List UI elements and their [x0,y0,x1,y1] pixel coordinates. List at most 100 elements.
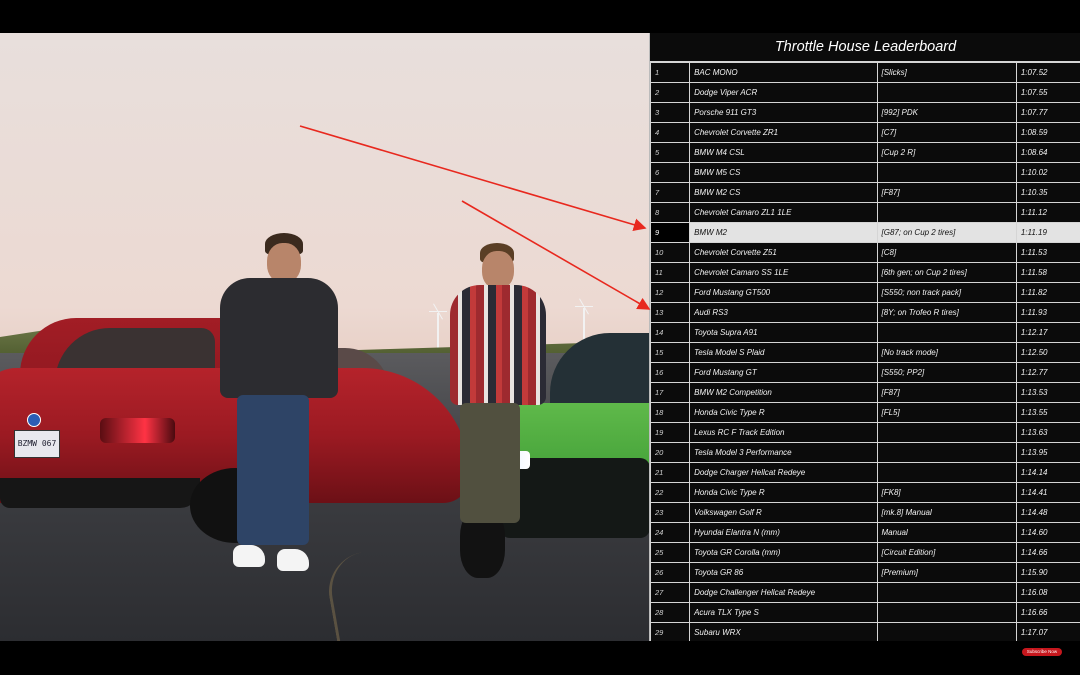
leaderboard-rank-cell: 4 [649,122,691,143]
leaderboard-time-cell: 1:11.82 [1015,282,1080,303]
leaderboard-rank-cell: 29 [649,622,691,641]
leaderboard-rank-cell: 26 [649,562,691,583]
leaderboard-rank-cell: 16 [649,362,691,383]
leaderboard-row: 21 Dodge Charger Hellcat Redeye 1:14.14 [649,462,1080,483]
leaderboard-row: 22 Honda Civic Type R [FK8] 1:14.41 [649,482,1080,503]
leaderboard-note-cell: [Slicks] [876,62,1017,83]
leaderboard-time-cell: 1:14.41 [1015,482,1080,503]
leaderboard-car-cell: Subaru WRX [689,622,878,641]
leaderboard-note-cell: [FK8] [876,482,1017,503]
leaderboard-time-cell: 1:14.48 [1015,502,1080,523]
presenter-pants [460,403,520,523]
leaderboard-time-cell: 1:07.55 [1015,82,1080,103]
leaderboard-note-cell [876,602,1017,623]
leaderboard-time-cell: 1:14.66 [1015,542,1080,563]
leaderboard-row: 1 BAC MONO [Slicks] 1:07.52 [649,62,1080,83]
leaderboard-rank-cell: 21 [649,462,691,483]
presenter-plaid-shirt [450,285,546,405]
leaderboard-rows: 1 BAC MONO [Slicks] 1:07.52 2 Dodge Viper ACR… [649,62,1080,641]
leaderboard-time-cell: 1:11.19 [1015,222,1080,243]
leaderboard-rank-cell: 2 [649,82,691,103]
leaderboard-rank-cell: 8 [649,202,691,223]
leaderboard-car-cell: Chevrolet Corvette ZR1 [689,122,878,143]
leaderboard-note-cell: [Cup 2 R] [876,142,1017,163]
leaderboard-car-cell: Ford Mustang GT [689,362,878,383]
leaderboard-note-cell: [F87] [876,182,1017,203]
leaderboard-note-cell [876,622,1017,641]
leaderboard-note-cell: [8Y; on Trofeo R tires] [876,302,1017,323]
leaderboard-car-cell: BMW M2 Competition [689,382,878,403]
leaderboard-time-cell: 1:12.17 [1015,322,1080,343]
leaderboard-car-cell: Tesla Model S Plaid [689,342,878,363]
subscribe-button[interactable]: Subscribe Now [1022,648,1062,656]
leaderboard-rank-cell: 3 [649,102,691,123]
leaderboard-row: 19 Lexus RC F Track Edition 1:13.63 [649,422,1080,443]
leaderboard-note-cell: [Premium] [876,562,1017,583]
leaderboard-rank-cell: 17 [649,382,691,403]
leaderboard-row: 5 BMW M4 CSL [Cup 2 R] 1:08.64 [649,142,1080,163]
leaderboard-title: Throttle House Leaderboard [650,33,1080,62]
leaderboard-note-cell: [F87] [876,382,1017,403]
leaderboard-time-cell: 1:13.53 [1015,382,1080,403]
leaderboard-car-cell: Dodge Charger Hellcat Redeye [689,462,878,483]
leaderboard-rank-cell: 28 [649,602,691,623]
leaderboard-car-cell: BMW M5 CS [689,162,878,183]
leaderboard-row: 25 Toyota GR Corolla (mm) [Circuit Edition… [649,542,1080,563]
leaderboard-row: 16 Ford Mustang GT [S550; PP2] 1:12.77 [649,362,1080,383]
leaderboard-time-cell: 1:16.66 [1015,602,1080,623]
presenter-left [215,233,340,578]
leaderboard-rank-cell: 15 [649,342,691,363]
leaderboard-row: 7 BMW M2 CS [F87] 1:10.35 [649,182,1080,203]
bmw-logo-icon [27,413,41,427]
leaderboard-row: 17 BMW M2 Competition [F87] 1:13.53 [649,382,1080,403]
leaderboard-row: 9 BMW M2 [G87; on Cup 2 tires] 1:11.19 [649,222,1080,243]
leaderboard-row: 28 Acura TLX Type S 1:16.66 [649,602,1080,623]
leaderboard-car-cell: Dodge Challenger Hellcat Redeye [689,582,878,603]
video-frame[interactable]: BZMW 067 Throttle House Leaderboard 1 BA… [0,33,1080,641]
leaderboard-time-cell: 1:10.35 [1015,182,1080,203]
video-scene: BZMW 067 [0,33,650,641]
leaderboard-time-cell: 1:08.59 [1015,122,1080,143]
leaderboard-rank-cell: 10 [649,242,691,263]
leaderboard-time-cell: 1:15.90 [1015,562,1080,583]
leaderboard-car-cell: Honda Civic Type R [689,402,878,423]
presenter-head [482,251,514,289]
leaderboard-rank-cell: 27 [649,582,691,603]
leaderboard-car-cell: Chevrolet Camaro ZL1 1LE [689,202,878,223]
leaderboard-rank-cell: 5 [649,142,691,163]
leaderboard-note-cell: [C7] [876,122,1017,143]
leaderboard-time-cell: 1:13.55 [1015,402,1080,423]
leaderboard-row: 6 BMW M5 CS 1:10.02 [649,162,1080,183]
leaderboard-row: 24 Hyundai Elantra N (mm) Manual 1:14.60 [649,522,1080,543]
leaderboard-car-cell: BMW M2 CS [689,182,878,203]
leaderboard-car-cell: Ford Mustang GT500 [689,282,878,303]
leaderboard-row: 18 Honda Civic Type R [FL5] 1:13.55 [649,402,1080,423]
leaderboard-rank-cell: 13 [649,302,691,323]
leaderboard-time-cell: 1:10.02 [1015,162,1080,183]
leaderboard-row: 12 Ford Mustang GT500 [S550; non track pac… [649,282,1080,303]
leaderboard-time-cell: 1:17.07 [1015,622,1080,641]
leaderboard-car-cell: Lexus RC F Track Edition [689,422,878,443]
leaderboard-row: 10 Chevrolet Corvette Z51 [C8] 1:11.53 [649,242,1080,263]
leaderboard-row: 23 Volkswagen Golf R [mk.8] Manual 1:14.48 [649,502,1080,523]
leaderboard-row: 29 Subaru WRX 1:17.07 [649,622,1080,641]
leaderboard-time-cell: 1:11.53 [1015,242,1080,263]
leaderboard-note-cell: [992] PDK [876,102,1017,123]
leaderboard-panel: Throttle House Leaderboard 1 BAC MONO [Sli… [649,33,1080,641]
leaderboard-rank-cell: 9 [649,222,691,243]
leaderboard-time-cell: 1:08.64 [1015,142,1080,163]
presenter-shirt [220,278,338,398]
leaderboard-time-cell: 1:14.14 [1015,462,1080,483]
presenter-shoe [277,549,309,571]
leaderboard-time-cell: 1:11.58 [1015,262,1080,283]
leaderboard-row: 14 Toyota Supra A91 1:12.17 [649,322,1080,343]
car-bumper [0,478,200,508]
leaderboard-car-cell: Chevrolet Camaro SS 1LE [689,262,878,283]
leaderboard-note-cell [876,202,1017,223]
leaderboard-note-cell: [G87; on Cup 2 tires] [876,222,1017,243]
leaderboard-note-cell [876,582,1017,603]
leaderboard-car-cell: Volkswagen Golf R [689,502,878,523]
leaderboard-car-cell: Porsche 911 GT3 [689,102,878,123]
leaderboard-note-cell [876,462,1017,483]
leaderboard-note-cell: [No track mode] [876,342,1017,363]
